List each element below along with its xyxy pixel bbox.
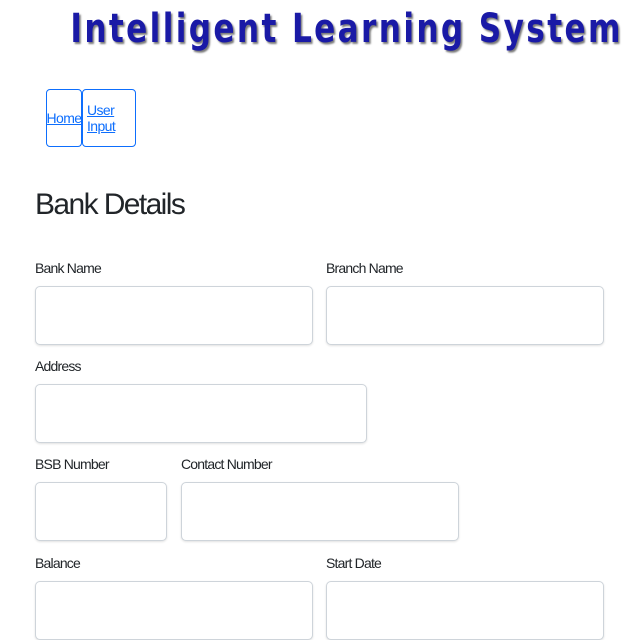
bsb-number-label: BSB Number [35,456,109,472]
site-title: Intelligent Learning System [70,6,623,52]
start-date-input[interactable] [326,581,604,640]
page: Intelligent Learning System Home User In… [0,0,640,640]
balance-input[interactable] [35,581,313,640]
branch-name-label: Branch Name [326,260,404,276]
address-input[interactable] [35,384,367,443]
bank-name-label: Bank Name [35,260,102,276]
nav-bar: Home User Input [46,89,136,147]
contact-number-input[interactable] [181,482,459,541]
contact-number-label: Contact Number [181,456,273,472]
nav-user-input-link[interactable]: User Input [82,89,136,147]
bsb-number-input[interactable] [35,482,167,541]
nav-home-link[interactable]: Home [46,89,82,147]
address-label: Address [35,358,82,374]
branch-name-input[interactable] [326,286,604,345]
bank-name-input[interactable] [35,286,313,345]
section-title: Bank Details [35,188,186,221]
balance-label: Balance [35,555,81,571]
start-date-label: Start Date [326,555,382,571]
